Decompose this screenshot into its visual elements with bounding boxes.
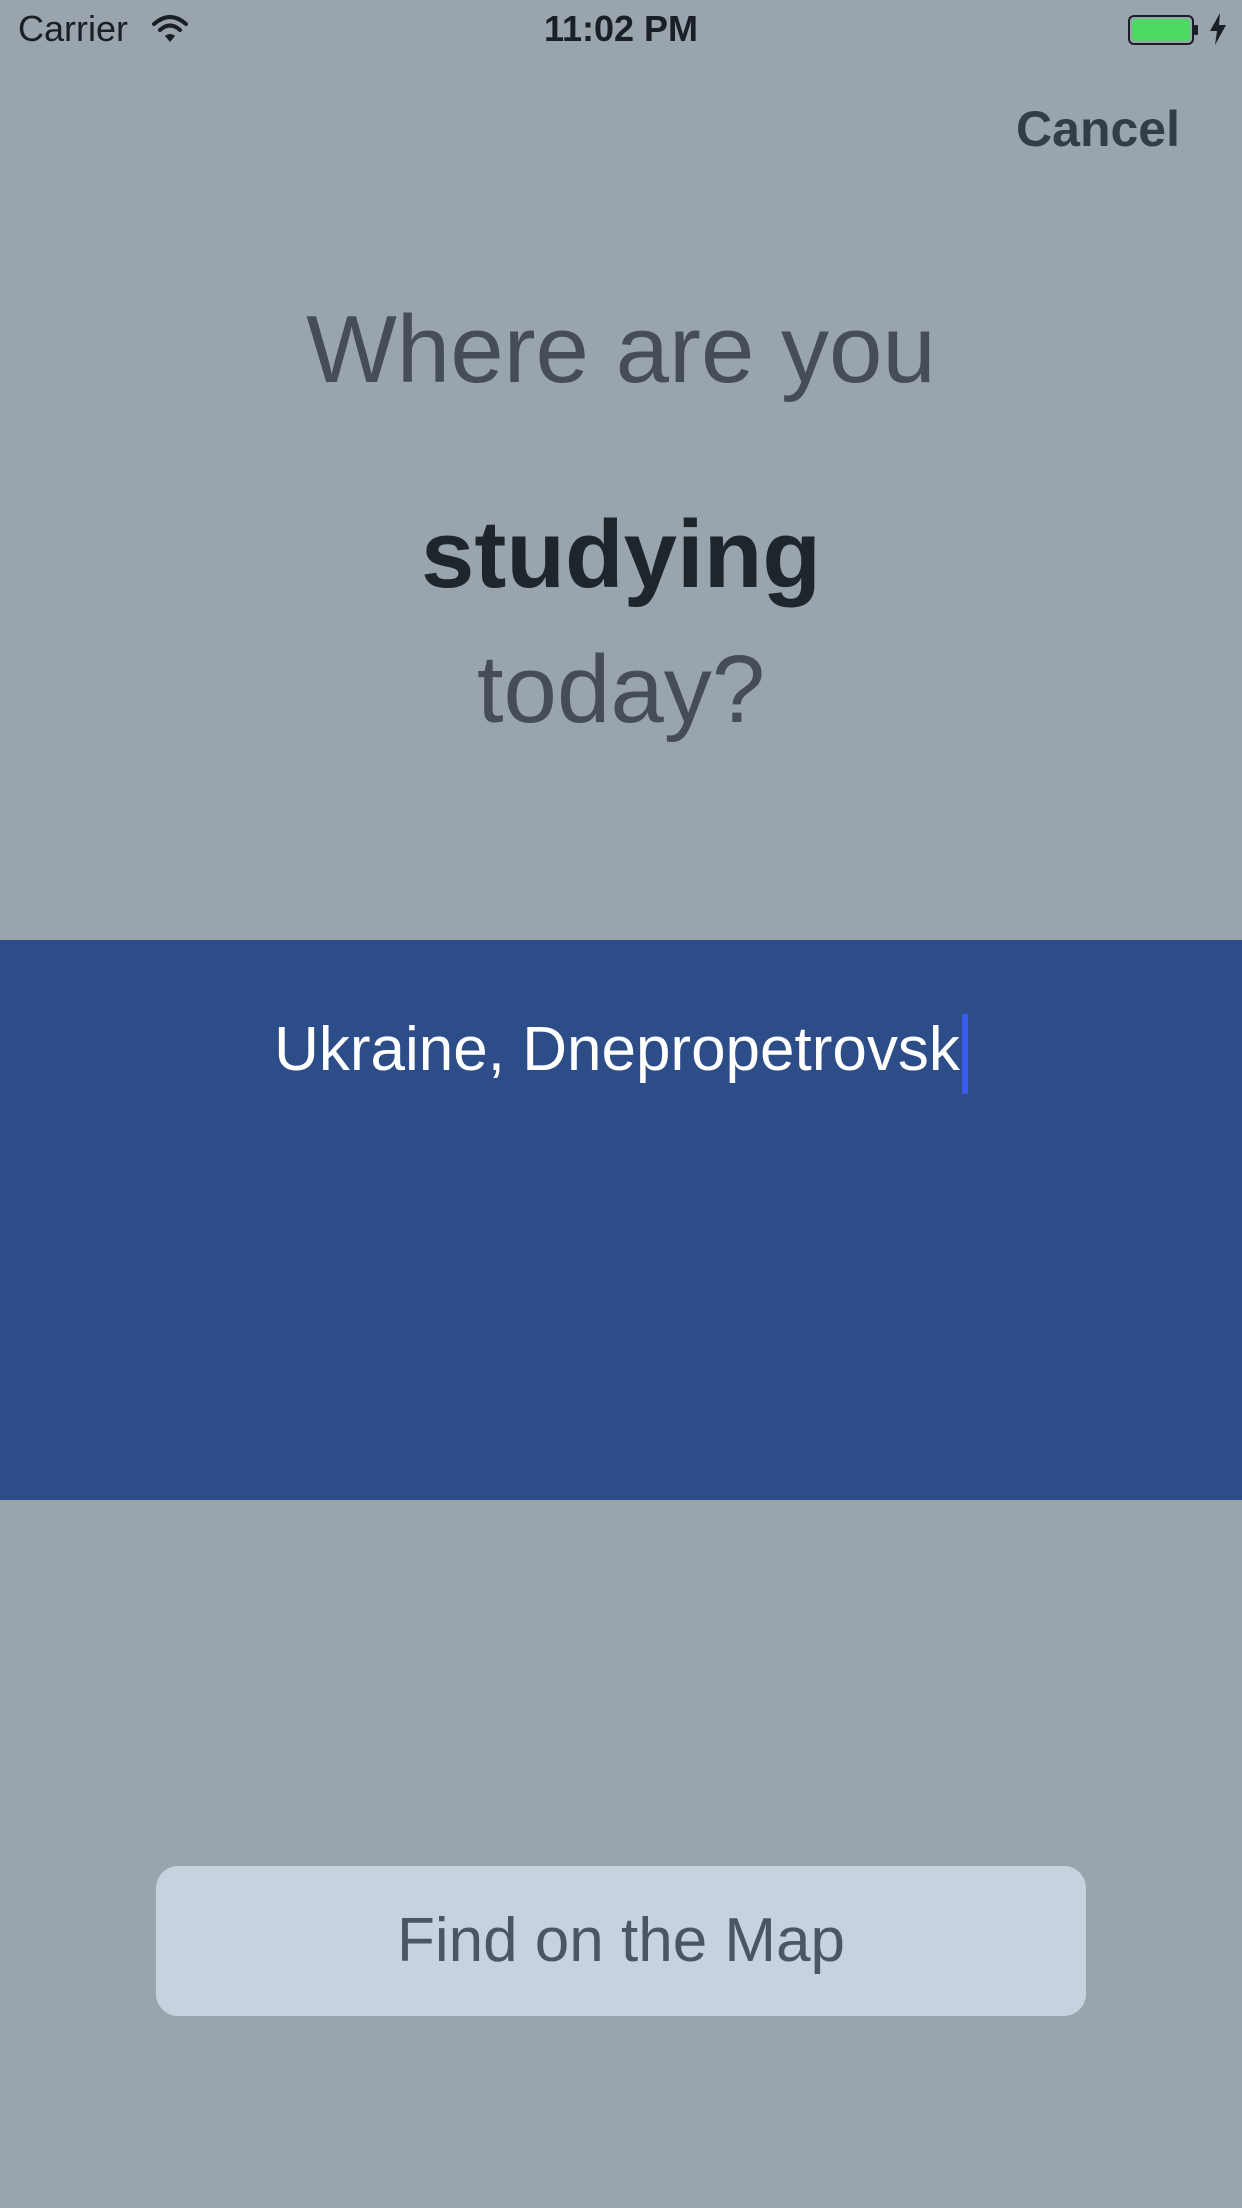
status-time: 11:02 PM: [543, 8, 699, 49]
battery-icon: [1128, 14, 1200, 46]
find-on-map-button[interactable]: Find on the Map: [156, 1866, 1086, 2016]
prompt-line-3: today?: [476, 636, 766, 743]
prompt-line-1: Where are you: [306, 296, 936, 403]
cancel-button[interactable]: Cancel: [1016, 100, 1180, 158]
location-input[interactable]: Ukraine, Dnepropetrovsk: [0, 1010, 1242, 1094]
status-bar: Carrier 11:02 PM: [0, 0, 1242, 60]
prompt-line-2: studying: [421, 501, 821, 608]
location-input-value: Ukraine, Dnepropetrovsk: [274, 1015, 960, 1084]
text-cursor: [961, 1013, 968, 1094]
charging-icon: [1208, 12, 1228, 46]
